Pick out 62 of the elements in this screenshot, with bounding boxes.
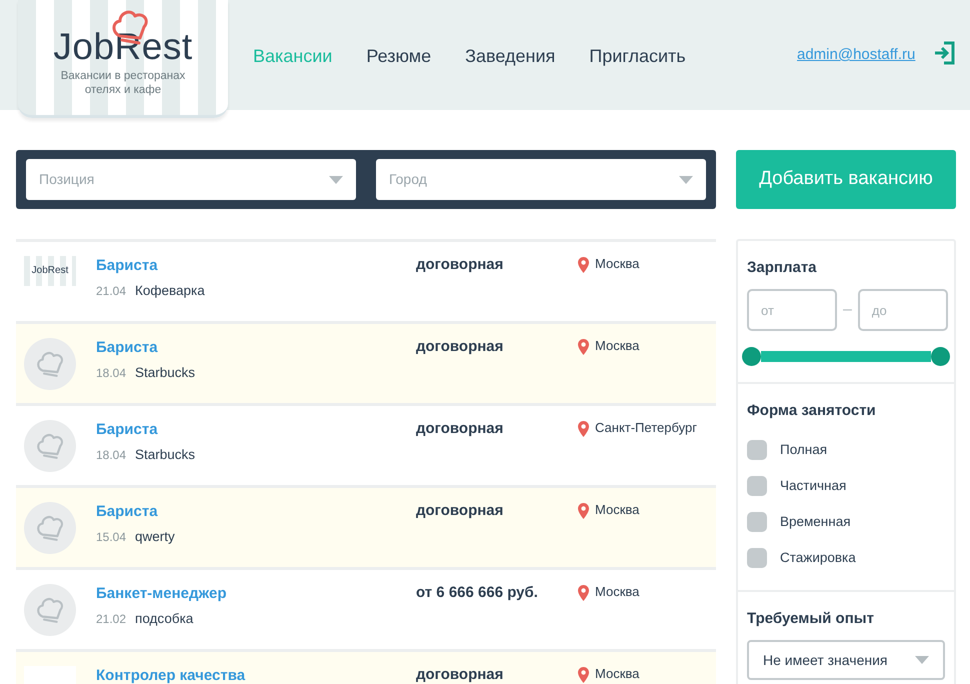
vacancy-date: 18.04 <box>96 448 126 462</box>
company-name: qwerty <box>135 529 175 544</box>
salary-from-field[interactable]: от <box>747 289 837 331</box>
company-name: Starbucks <box>135 365 196 380</box>
vacancy-row[interactable]: Бариста 15.04 qwerty договорная Москва <box>16 488 716 570</box>
salary-text: договорная <box>416 420 504 439</box>
salary-to-field[interactable]: до <box>858 289 948 331</box>
chef-hat-icon <box>35 432 65 460</box>
chef-hat-icon <box>35 350 65 378</box>
slider-handle[interactable] <box>742 347 761 366</box>
salary-text: договорная <box>416 338 504 357</box>
salary-text: договорная <box>416 666 504 684</box>
experience-dropdown[interactable]: Не имеет значения <box>747 640 945 680</box>
checkbox-label: Стажировка <box>780 550 856 566</box>
vacancy-date: 21.04 <box>96 284 126 298</box>
caret-icon <box>329 176 343 184</box>
nav-link[interactable]: Резюме <box>366 43 432 70</box>
location-pin-icon <box>578 256 589 273</box>
vacancy-row[interactable]: Бариста 18.04 Starbucks договорная Москва <box>16 324 716 406</box>
company-name: Кофеварка <box>135 283 205 298</box>
checkbox[interactable] <box>747 548 767 568</box>
salary-text: договорная <box>416 256 504 275</box>
filter-heading: Зарплата <box>747 259 818 277</box>
city-name: Москва <box>595 502 640 518</box>
location-pin-icon <box>578 502 589 519</box>
logo-text[interactable]: JobRest <box>53 28 193 65</box>
filter-heading: Требуемый опыт <box>747 610 875 628</box>
chef-hat-icon <box>35 596 65 624</box>
slider-handle[interactable] <box>931 347 950 366</box>
city-name: Москва <box>595 666 640 682</box>
checkbox[interactable] <box>747 476 767 496</box>
caret-icon <box>915 656 929 664</box>
logo-tagline: Вакансии в ресторанах отелях и кафе <box>60 69 186 98</box>
checkbox-label: Временная <box>780 514 851 530</box>
caret-icon <box>679 176 693 184</box>
checkbox-label: Полная <box>780 442 828 458</box>
location-pin-icon <box>578 666 589 683</box>
vacancy-date: 18.04 <box>96 366 126 380</box>
filter-heading: Форма занятости <box>747 402 877 420</box>
location-pin-icon <box>578 584 589 601</box>
location-pin-icon <box>578 338 589 355</box>
company-logo: JobRest <box>24 256 76 286</box>
city-name: Москва <box>595 584 640 600</box>
company-name: Starbucks <box>135 447 196 462</box>
nav-link[interactable]: Заведения <box>465 43 556 70</box>
nav-link[interactable]: Пригласить <box>589 43 686 70</box>
vacancy-date: 21.02 <box>96 612 126 626</box>
logout-icon[interactable] <box>932 41 956 65</box>
checkbox[interactable] <box>747 440 767 460</box>
checkbox[interactable] <box>747 512 767 532</box>
city-name: Москва <box>595 256 640 272</box>
location-pin-icon <box>578 420 589 437</box>
chef-hat-icon <box>35 514 65 542</box>
range-separator: – <box>843 300 852 320</box>
vacancy-row[interactable]: Контролер качества договорная Москва <box>16 652 716 684</box>
city-name: Москва <box>595 338 640 354</box>
salary-text: договорная <box>416 502 504 521</box>
company-name: подсобка <box>135 611 194 626</box>
vacancy-date: 15.04 <box>96 530 126 544</box>
checkbox-label: Частичная <box>780 478 846 494</box>
city-name: Санкт-Петербург <box>595 420 697 436</box>
salary-text: от 6 666 666 руб. <box>416 584 539 603</box>
